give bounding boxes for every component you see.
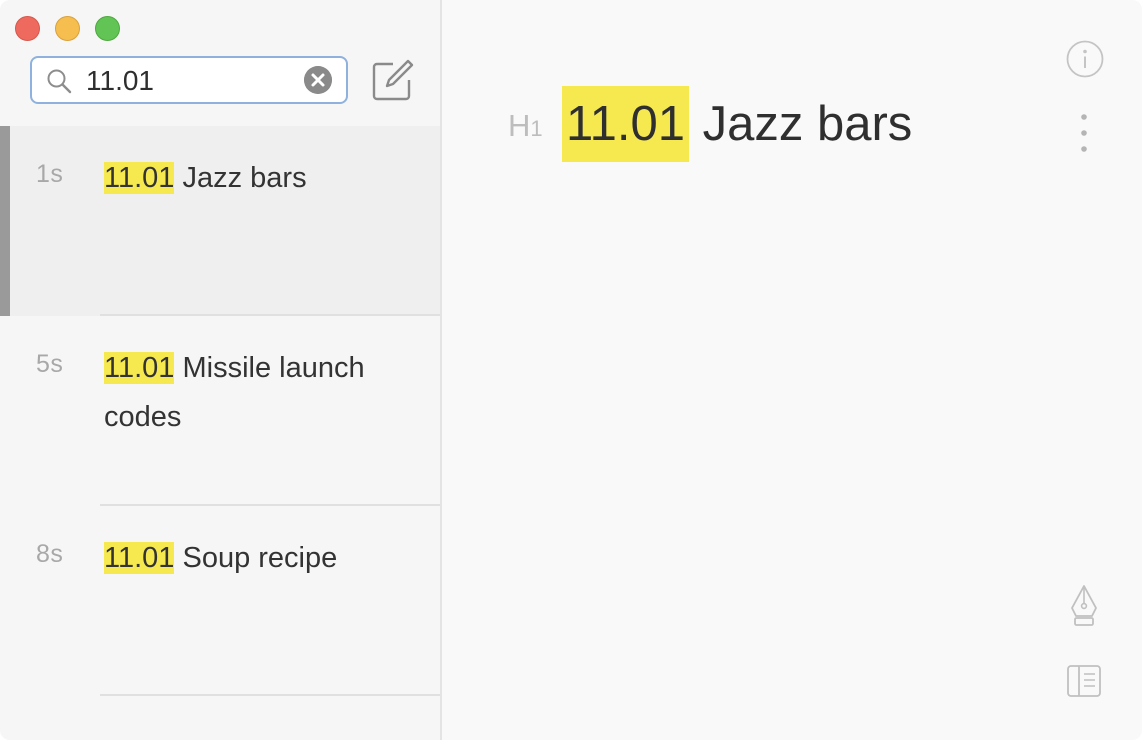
compose-icon[interactable] xyxy=(371,58,415,102)
heading-marker-level: 1 xyxy=(530,116,543,141)
search-match-highlight: 11.01 xyxy=(104,542,175,574)
minimize-window-button[interactable] xyxy=(55,16,80,41)
zoom-window-button[interactable] xyxy=(95,16,120,41)
search-box[interactable] xyxy=(30,56,348,104)
note-divider xyxy=(100,694,440,696)
note-title: 11.01 Missile launch codes xyxy=(104,344,404,442)
search-match-highlight: 11.01 xyxy=(104,352,175,384)
app-window: 1s 11.01 Jazz bars 5s 11.01 Missile laun… xyxy=(0,0,1142,740)
note-age: 5s xyxy=(36,350,64,378)
search-match-highlight: 11.01 xyxy=(562,86,689,162)
sidebar-panel-icon[interactable] xyxy=(1066,664,1102,698)
note-list-item[interactable]: 5s 11.01 Missile launch codes xyxy=(0,316,440,506)
editor-pane[interactable]: H1 11.01 Jazz bars xyxy=(442,0,1142,740)
more-vertical-icon[interactable] xyxy=(1076,112,1092,154)
heading-marker-letter: H xyxy=(508,108,531,143)
clear-search-icon[interactable] xyxy=(304,66,332,94)
note-list-item[interactable]: 8s 11.01 Soup recipe xyxy=(0,506,440,696)
note-title: 11.01 Soup recipe xyxy=(104,534,404,583)
search-icon xyxy=(47,69,72,94)
note-title: 11.01 Jazz bars xyxy=(104,154,404,203)
info-icon[interactable] xyxy=(1066,40,1104,78)
selection-indicator xyxy=(0,126,10,316)
search-input[interactable] xyxy=(86,64,296,98)
note-age: 8s xyxy=(36,540,64,568)
document-title-text: Jazz bars xyxy=(688,97,913,151)
note-title-text: Jazz bars xyxy=(174,162,307,194)
document-title[interactable]: 11.01 Jazz bars xyxy=(562,86,912,162)
note-list-item[interactable]: 1s 11.01 Jazz bars xyxy=(0,126,440,316)
heading-marker: H1 xyxy=(508,108,543,144)
sidebar: 1s 11.01 Jazz bars 5s 11.01 Missile laun… xyxy=(0,0,442,740)
note-list: 1s 11.01 Jazz bars 5s 11.01 Missile laun… xyxy=(0,126,440,696)
search-match-highlight: 11.01 xyxy=(104,162,175,194)
note-age: 1s xyxy=(36,160,64,188)
note-title-text: Soup recipe xyxy=(174,542,338,574)
close-window-button[interactable] xyxy=(15,16,40,41)
pen-nib-icon[interactable] xyxy=(1066,584,1102,628)
